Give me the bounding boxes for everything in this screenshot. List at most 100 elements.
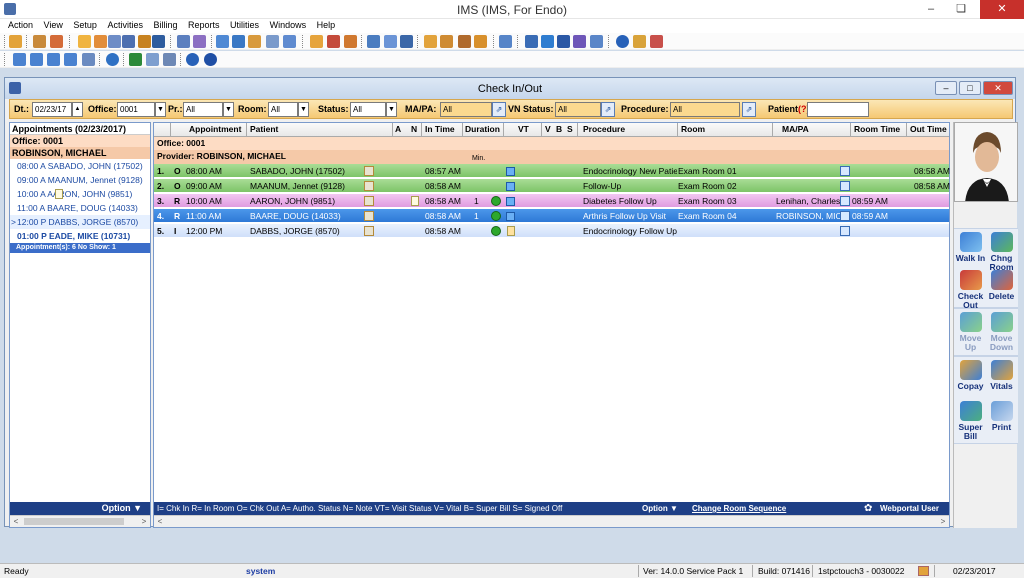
procedure-lookup-icon[interactable]: ⇗ [742,102,756,117]
transfer-icon[interactable] [266,35,279,48]
appointment-item[interactable]: 11:00 A BAARE, DOUG (14033) [10,201,150,215]
office-dropdown-icon[interactable]: ▼ [155,102,166,117]
copay-button[interactable]: Copay [955,360,986,391]
note-icon[interactable] [411,196,419,206]
sort-icon[interactable] [82,53,95,66]
export-icon[interactable] [474,35,487,48]
col-vt[interactable]: VT [518,124,529,134]
mapa-edit-icon[interactable] [840,211,850,221]
report2-icon[interactable] [440,35,453,48]
billing-icon[interactable] [327,35,340,48]
scroll-left-icon[interactable]: < [10,516,22,527]
mapa-lookup-icon[interactable]: ⇗ [492,102,506,117]
walk-in-button[interactable]: Walk In [955,232,986,263]
patient-icon[interactable] [9,35,22,48]
visit-status-icon[interactable] [506,197,515,206]
table-row[interactable]: 5. I 12:00 PM DABBS, JORGE (8570) 08:58 … [154,224,949,238]
user-edit-icon[interactable] [50,35,63,48]
ledger-icon[interactable] [310,35,323,48]
folder-icon[interactable] [78,35,91,48]
referral-icon[interactable] [364,211,374,221]
left-provider-row[interactable]: ROBINSON, MICHAEL [10,147,150,159]
menu-setup[interactable]: Setup [65,19,97,32]
window-close-icon[interactable]: ✕ [983,81,1013,95]
message-icon[interactable] [283,35,296,48]
provider-select[interactable]: All [183,102,223,117]
restore-icon[interactable]: ❏ [946,0,976,19]
scroll-left-icon[interactable]: < [154,516,166,527]
col-duration[interactable]: Duration [465,124,500,134]
menu-utilities[interactable]: Utilities [222,19,259,32]
col-v[interactable]: V [545,124,551,134]
previous-record-icon[interactable] [30,53,43,66]
visit-status-icon[interactable] [506,167,515,176]
grid-option-button[interactable]: Option ▼ [642,502,678,515]
minimize-icon[interactable]: – [916,0,946,19]
menu-view[interactable]: View [36,19,63,32]
mapa-edit-icon[interactable] [840,181,850,191]
menu-billing[interactable]: Billing [145,19,177,32]
webportal-user-link[interactable]: Webportal User [880,502,939,515]
delete-button[interactable]: Delete [986,270,1017,301]
lock-icon[interactable] [633,35,646,48]
referral-icon[interactable] [364,181,374,191]
first-record-icon[interactable] [13,53,26,66]
super-bill-button[interactable]: Super Bill [955,401,986,441]
print-button[interactable]: Print [986,401,1017,432]
vn-status-lookup-icon[interactable]: ⇗ [601,102,615,117]
help-circle-icon[interactable] [186,53,199,66]
help-icon[interactable] [616,35,629,48]
table-row-selected[interactable]: 4. R 11:00 AM BAARE, DOUG (14033) 08:58 … [154,209,949,223]
building-icon[interactable] [146,53,159,66]
refresh-icon[interactable] [106,53,119,66]
move-down-button[interactable]: Move Down [986,312,1017,352]
appointment-item[interactable]: 09:00 A MAANUM, Jennet (9128) [10,173,150,187]
grid-horizontal-scrollbar[interactable]: < > [154,515,949,527]
room-dropdown-icon[interactable]: ▼ [298,102,309,117]
col-s[interactable]: S [567,124,573,134]
vitals-button[interactable]: Vitals [986,360,1017,391]
scroll-right-icon[interactable]: > [138,516,150,527]
menu-help[interactable]: Help [309,19,336,32]
menu-reports[interactable]: Reports [180,19,220,32]
calculator-icon[interactable] [163,53,176,66]
scroll-thumb[interactable] [24,518,124,525]
procedure-select[interactable]: All [670,102,740,117]
col-room[interactable]: Room [681,124,705,134]
office-select[interactable]: 0001 [117,102,155,117]
close-icon[interactable]: ✕ [980,0,1024,19]
col-out-time[interactable]: Out Time [910,124,947,134]
appointment-item-current[interactable]: >12:00 P DABBS, JORGE (8570) [10,215,150,229]
appointment-item[interactable]: 10:00 A AARON, JOHN (9851) [10,187,150,201]
download-icon[interactable] [541,35,554,48]
move-up-button[interactable]: Move Up [955,312,986,352]
left-option-button[interactable]: Option ▼ [10,502,150,515]
left-horizontal-scrollbar[interactable]: < > [10,515,150,527]
col-appointment[interactable]: Appointment [189,124,241,134]
fax-icon[interactable] [384,35,397,48]
stats-icon[interactable] [458,35,471,48]
status-select[interactable]: All [350,102,386,117]
table-row[interactable]: 1. O 08:00 AM SABADO, JOHN (17502) 08:57… [154,164,950,178]
close-circle-icon[interactable] [204,53,217,66]
scroll-right-icon[interactable]: > [937,516,949,527]
col-patient[interactable]: Patient [250,124,278,134]
table-row[interactable]: 3. R 10:00 AM AARON, JOHN (9851) 08:58 A… [154,194,949,208]
change-room-button[interactable]: Chng Room [986,232,1017,272]
edit-note-icon[interactable] [507,226,515,236]
refill-icon[interactable] [232,35,245,48]
dollar-icon[interactable] [129,53,142,66]
smiley-icon[interactable] [491,196,501,206]
user-icon[interactable] [33,35,46,48]
window-maximize-icon[interactable]: □ [959,81,981,95]
appointment-item[interactable]: 08:00 A SABADO, JOHN (17502) [10,159,150,173]
device-icon[interactable] [499,35,512,48]
col-in-time[interactable]: In Time [425,124,455,134]
col-procedure[interactable]: Procedure [583,124,625,134]
room-select[interactable]: All [268,102,298,117]
rx-icon[interactable] [216,35,229,48]
mapa-edit-icon[interactable] [840,196,850,206]
menu-action[interactable]: Action [0,19,33,32]
smiley-icon[interactable] [491,211,501,221]
col-mapa[interactable]: MA/PA [782,124,809,134]
